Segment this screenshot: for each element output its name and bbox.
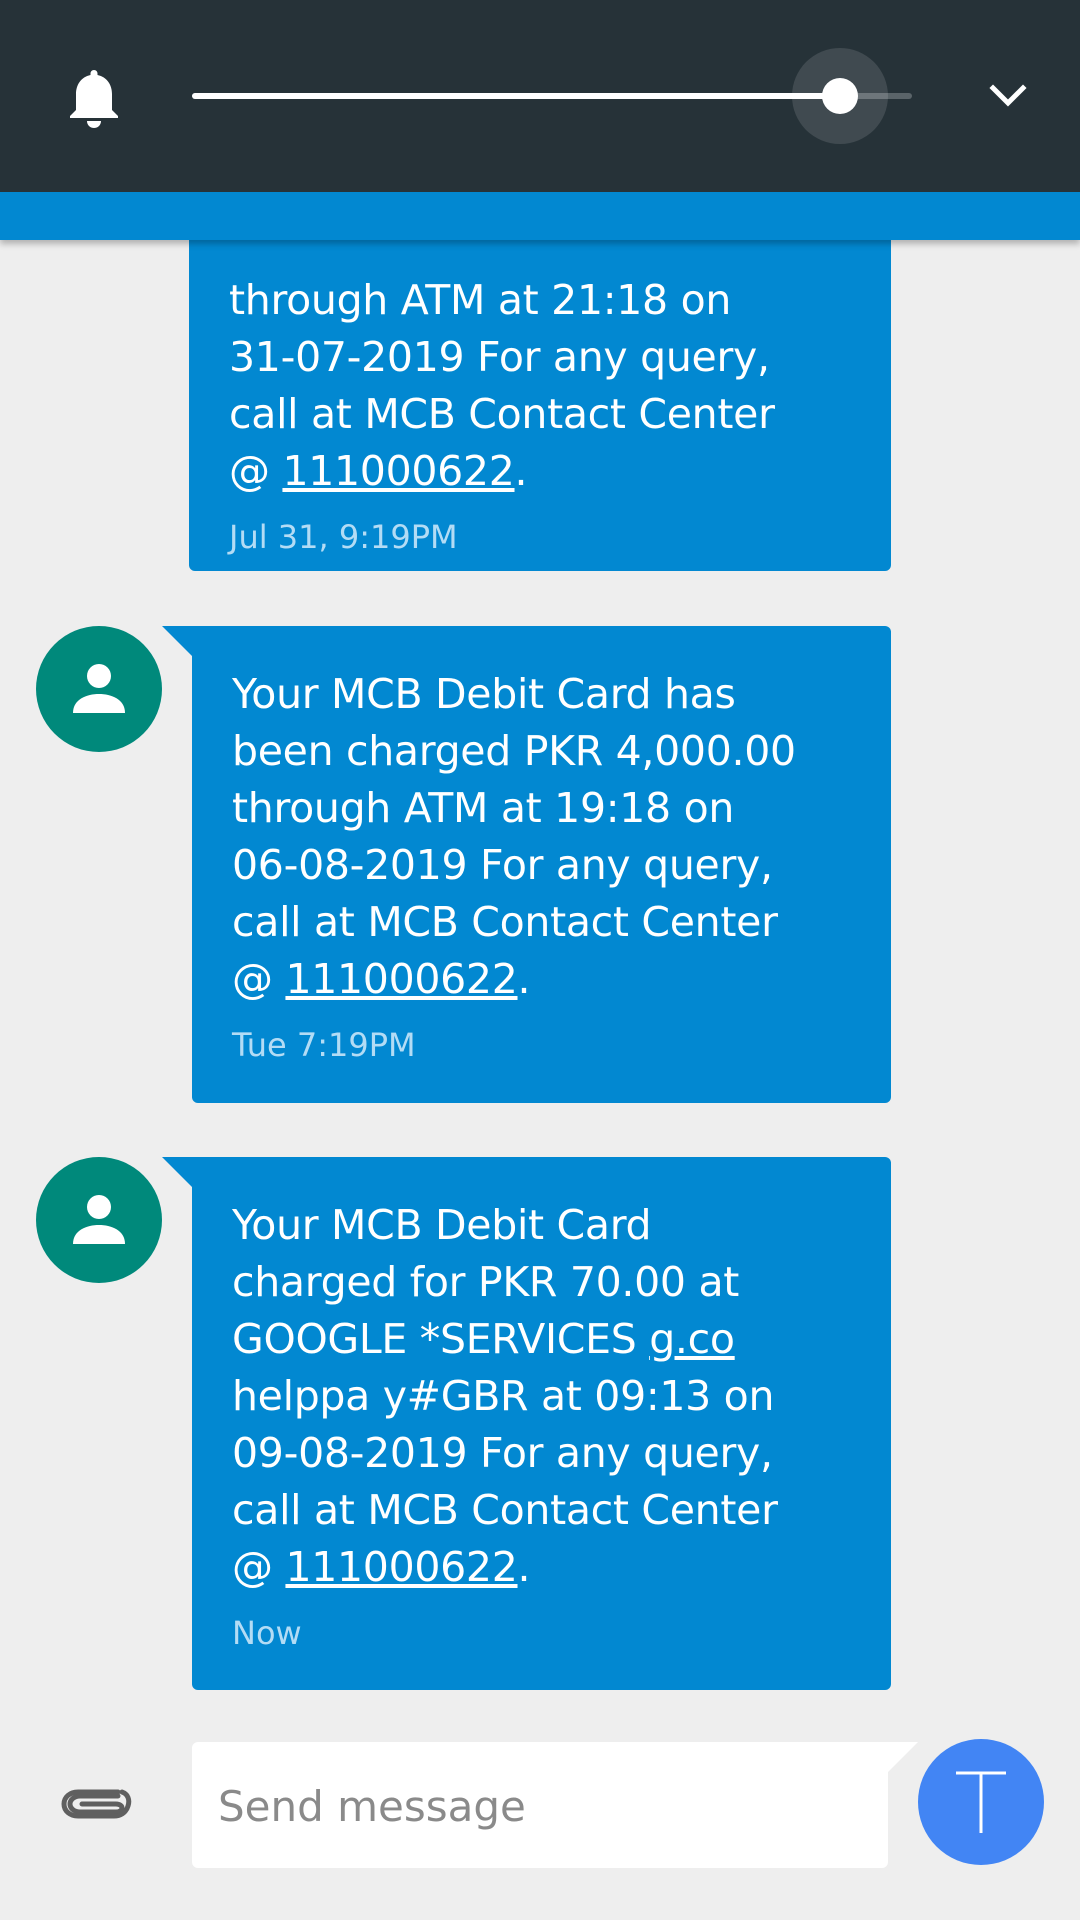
compose-box	[192, 1742, 918, 1870]
person-icon	[73, 1195, 125, 1244]
contact-avatar[interactable]	[36, 1157, 162, 1283]
message-text: through ATM at 21:18 on 31-07-2019 For a…	[229, 200, 851, 500]
message-text-part: .	[514, 447, 528, 495]
phone-link[interactable]: 111000622	[285, 955, 517, 1003]
message-text-part: .	[517, 1543, 531, 1591]
message-timestamp: Now	[232, 1614, 302, 1652]
message-timestamp: Jul 31, 9:19PM	[229, 518, 458, 556]
message-input[interactable]	[216, 1742, 860, 1870]
contact-avatar[interactable]	[36, 626, 162, 752]
bell-icon[interactable]	[66, 66, 122, 128]
send-icon	[956, 1771, 1006, 1833]
chevron-down-icon[interactable]	[988, 80, 1028, 112]
volume-slider-fill	[192, 93, 840, 99]
message-text-part: .	[517, 955, 531, 1003]
paperclip-icon[interactable]	[60, 1782, 132, 1826]
phone-link[interactable]: 111000622	[285, 1543, 517, 1591]
message-bubble[interactable]: Your MCB Debit Card charged for PKR 70.0…	[162, 1157, 891, 1690]
app-bar	[0, 192, 1080, 240]
compose-tail	[888, 1742, 918, 1772]
message-text: Your MCB Debit Card has been charged PKR…	[232, 666, 851, 1008]
message-bubble[interactable]: Your MCB Debit Card has been charged PKR…	[162, 626, 891, 1103]
phone-link[interactable]: 111000622	[282, 447, 514, 495]
message-timestamp: Tue 7:19PM	[232, 1026, 416, 1064]
volume-slider[interactable]	[192, 48, 912, 144]
bubble-tail	[162, 626, 192, 656]
send-button[interactable]	[918, 1739, 1044, 1865]
message-text: Your MCB Debit Card charged for PKR 70.0…	[232, 1197, 851, 1596]
volume-slider-thumb[interactable]	[822, 78, 858, 114]
person-icon	[73, 664, 125, 713]
volume-panel	[0, 0, 1080, 192]
bubble-tail	[162, 1157, 192, 1187]
web-link[interactable]: g.co	[649, 1315, 735, 1363]
message-text-part: Your MCB Debit Card has been charged PKR…	[232, 670, 796, 1003]
